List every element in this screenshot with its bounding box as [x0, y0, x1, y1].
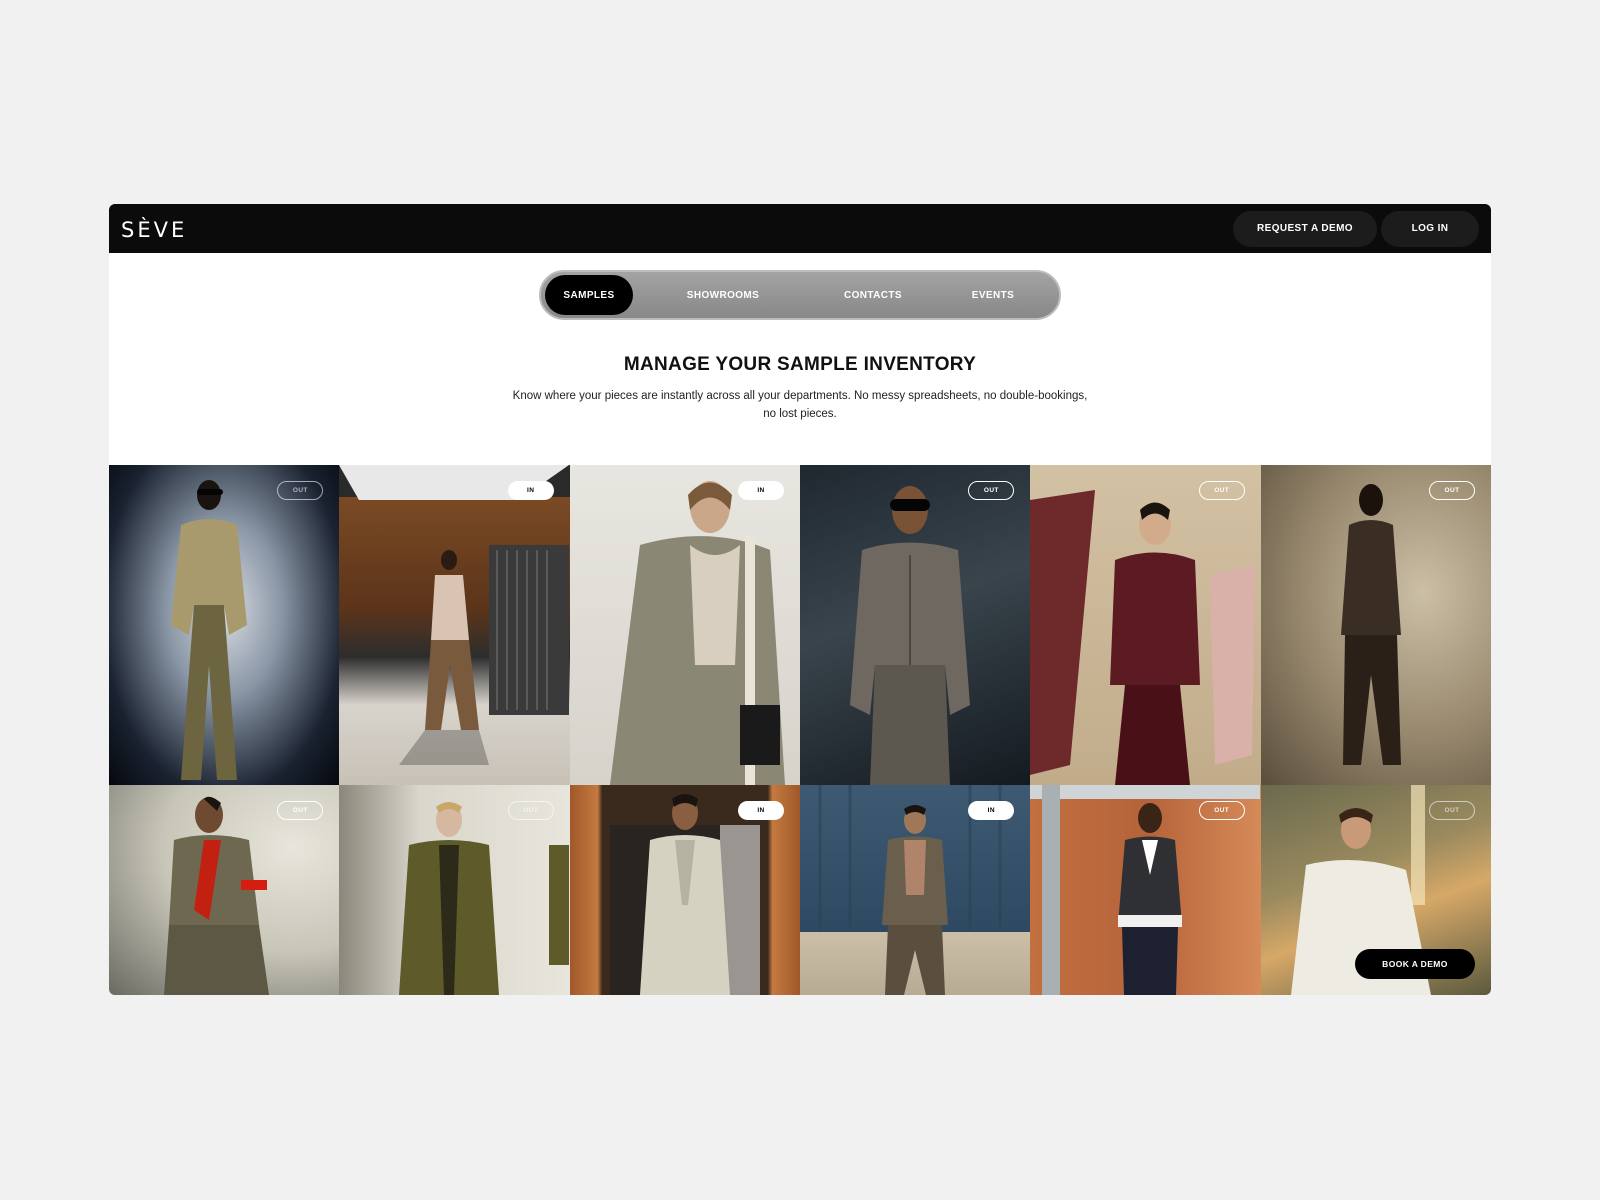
sample-tile[interactable]: OUT — [1260, 465, 1491, 785]
tab-showrooms[interactable]: SHOWROOMS — [633, 275, 813, 315]
hero-subtitle: Know where your pieces are instantly acr… — [512, 390, 1088, 420]
brand-logo[interactable]: SÈVE — [121, 218, 187, 242]
sample-tile[interactable]: OUT — [1030, 785, 1261, 995]
top-navigation-bar: SÈVE REQUEST A DEMO LOG IN — [109, 204, 1491, 253]
status-badge: OUT — [507, 801, 554, 820]
status-badge: OUT — [1198, 481, 1245, 500]
book-demo-button[interactable]: BOOK A DEMO — [1354, 949, 1475, 979]
tab-events[interactable]: EVENTS — [933, 275, 1053, 315]
sample-tile[interactable]: OUT — [109, 785, 340, 995]
status-badge: IN — [737, 481, 784, 500]
model-photo — [1340, 484, 1401, 765]
sample-tile[interactable]: IN — [339, 465, 570, 785]
tab-switcher-wrapper: SAMPLES SHOWROOMS CONTACTS EVENTS — [109, 270, 1491, 320]
tab-samples[interactable]: SAMPLES — [545, 275, 633, 315]
tab-contacts[interactable]: CONTACTS — [813, 275, 933, 315]
status-badge: OUT — [1198, 801, 1245, 820]
header-actions: REQUEST A DEMO LOG IN — [1233, 210, 1479, 247]
model-photo — [849, 486, 970, 785]
request-demo-button[interactable]: REQUEST A DEMO — [1233, 210, 1377, 247]
status-badge: OUT — [1428, 481, 1475, 500]
feature-tab-bar: SAMPLES SHOWROOMS CONTACTS EVENTS — [539, 270, 1061, 320]
status-badge: IN — [507, 481, 554, 500]
hero-title: MANAGE YOUR SAMPLE INVENTORY — [623, 354, 977, 375]
sample-tile[interactable]: OUT — [109, 465, 340, 785]
status-badge: OUT — [968, 481, 1015, 500]
status-badge: OUT — [277, 801, 324, 820]
sample-tile[interactable]: OUT — [799, 465, 1031, 785]
sample-tile[interactable]: IN — [799, 785, 1031, 995]
status-badge: IN — [968, 801, 1015, 820]
status-badge: IN — [737, 801, 784, 820]
model-photo — [171, 480, 247, 780]
status-badge: OUT — [1428, 801, 1475, 820]
sample-tile[interactable]: OUT BOOK A DEMO — [1260, 785, 1491, 995]
sample-tile[interactable]: IN — [569, 465, 800, 785]
model-photo — [609, 481, 785, 785]
login-button[interactable]: LOG IN — [1381, 210, 1479, 247]
sample-tile[interactable]: OUT — [1030, 465, 1261, 785]
model-photo — [1030, 490, 1256, 785]
sample-tile[interactable]: IN — [569, 785, 800, 995]
app-window: SÈVE REQUEST A DEMO LOG IN SAMPLES SHOWR… — [109, 204, 1491, 995]
sample-gallery: OUT IN IN OUT OUT OUT OUT OUT IN IN OUT … — [109, 465, 1491, 995]
sample-tile[interactable]: OUT — [339, 785, 570, 995]
status-badge: OUT — [277, 481, 324, 500]
model-photo — [339, 465, 570, 765]
